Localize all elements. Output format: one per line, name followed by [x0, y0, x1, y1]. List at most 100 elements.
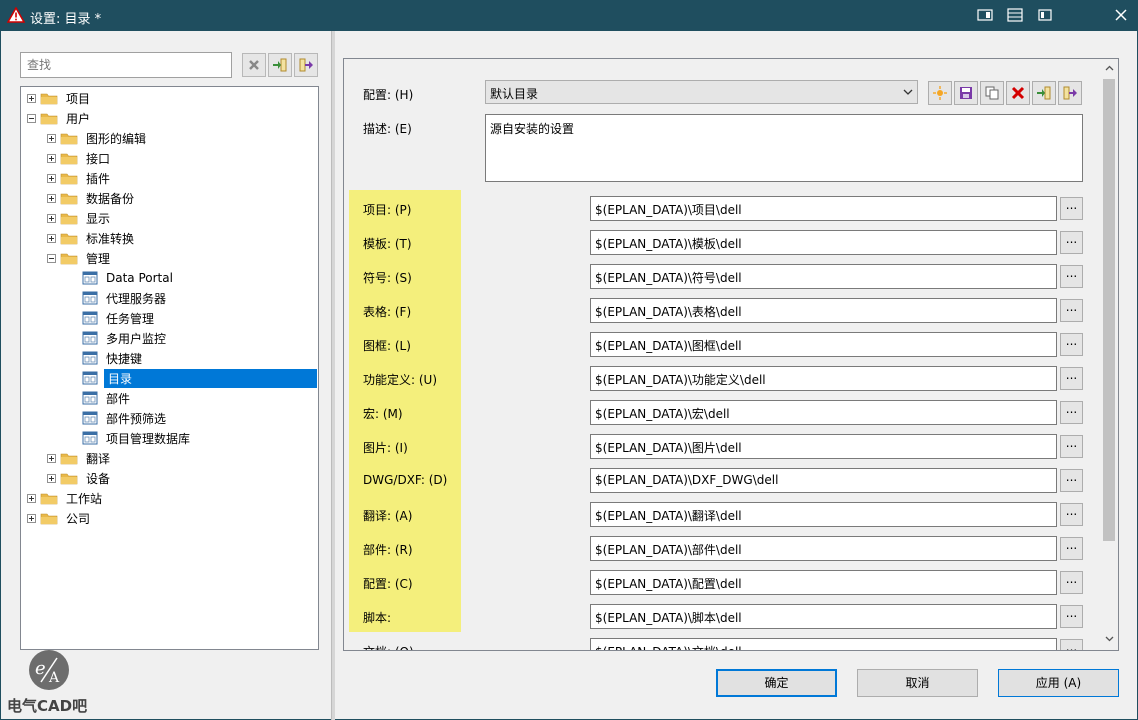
config-select[interactable]: 默认目录: [485, 80, 918, 104]
scrollbar-thumb[interactable]: [1103, 79, 1115, 541]
tree-item[interactable]: 翻译: [47, 448, 112, 468]
expand-icon[interactable]: [27, 93, 36, 103]
search-input[interactable]: [20, 52, 232, 78]
tree-item[interactable]: 目录: [82, 368, 317, 388]
folder-icon: [60, 453, 78, 464]
new-config-button[interactable]: [928, 81, 952, 105]
browse-button[interactable]: ...: [1060, 571, 1083, 594]
browse-button[interactable]: ...: [1060, 503, 1083, 526]
tree-item[interactable]: 部件: [82, 388, 132, 408]
browse-button[interactable]: ...: [1060, 333, 1083, 356]
tree-item[interactable]: 项目管理数据库: [82, 428, 192, 448]
browse-button[interactable]: ...: [1060, 469, 1083, 492]
expand-icon[interactable]: [27, 493, 36, 503]
path-input[interactable]: $(EPLAN_DATA)\配置\dell: [590, 570, 1057, 595]
browse-button[interactable]: ...: [1060, 605, 1083, 628]
import-config-button[interactable]: [1032, 81, 1056, 105]
browse-button[interactable]: ...: [1060, 299, 1083, 322]
path-input[interactable]: $(EPLAN_DATA)\模板\dell: [590, 230, 1057, 255]
tree-item[interactable]: 显示: [47, 208, 112, 228]
save-config-button[interactable]: [954, 81, 978, 105]
settings-page-icon: [82, 331, 98, 345]
path-input[interactable]: $(EPLAN_DATA)\符号\dell: [590, 264, 1057, 289]
scroll-up-icon[interactable]: [1105, 64, 1114, 73]
path-input[interactable]: $(EPLAN_DATA)\图框\dell: [590, 332, 1057, 357]
expand-icon[interactable]: [27, 513, 36, 523]
browse-button[interactable]: ...: [1060, 537, 1083, 560]
browse-button[interactable]: ...: [1060, 231, 1083, 254]
tree-item[interactable]: 公司: [27, 508, 92, 528]
expand-icon[interactable]: [47, 193, 56, 203]
tree-item-label: 目录: [104, 368, 317, 388]
path-input[interactable]: $(EPLAN_DATA)\宏\dell: [590, 400, 1057, 425]
path-input[interactable]: $(EPLAN_DATA)\项目\dell: [590, 196, 1057, 221]
expand-icon[interactable]: [47, 213, 56, 223]
path-input[interactable]: $(EPLAN_DATA)\脚本\dell: [590, 604, 1057, 629]
copy-config-button[interactable]: [980, 81, 1004, 105]
tree-item[interactable]: 标准转换: [47, 228, 136, 248]
path-input[interactable]: $(EPLAN_DATA)\DXF_DWG\dell: [590, 468, 1057, 493]
browse-button[interactable]: ...: [1060, 435, 1083, 458]
settings-page-icon: [82, 311, 98, 325]
tree-item[interactable]: Data Portal: [82, 268, 175, 288]
folder-icon: [40, 493, 58, 504]
export-icon: [1063, 86, 1077, 100]
apply-button[interactable]: 应用 (A): [998, 669, 1119, 697]
settings-tree[interactable]: 项目 用户 图形的编辑 接口 插件 数据备份 显示 标准转换管理 Data Portal 代理服务…: [20, 86, 319, 650]
export-button[interactable]: [294, 53, 318, 77]
window-layout-icon[interactable]: [1006, 6, 1024, 24]
tree-item[interactable]: 任务管理: [82, 308, 156, 328]
delete-config-button[interactable]: [1006, 81, 1030, 105]
tree-item[interactable]: 多用户监控: [82, 328, 168, 348]
clear-icon: [249, 60, 259, 70]
expand-icon[interactable]: [47, 473, 56, 483]
browse-button[interactable]: ...: [1060, 265, 1083, 288]
path-input[interactable]: $(EPLAN_DATA)\图片\dell: [590, 434, 1057, 459]
expand-icon[interactable]: [47, 133, 56, 143]
tree-item[interactable]: 工作站: [27, 488, 104, 508]
window-dock-icon[interactable]: [976, 6, 994, 24]
window-restore-icon[interactable]: [1036, 6, 1054, 24]
path-input[interactable]: $(EPLAN_DATA)\翻译\dell: [590, 502, 1057, 527]
window-title: 设置: 目录 *: [30, 12, 102, 27]
clear-search-button[interactable]: [242, 53, 266, 77]
tree-item[interactable]: 图形的编辑: [47, 128, 148, 148]
export-config-button[interactable]: [1058, 81, 1082, 105]
collapse-icon[interactable]: [27, 113, 36, 123]
panel-splitter[interactable]: [331, 31, 335, 720]
expand-icon[interactable]: [47, 233, 56, 243]
close-icon[interactable]: [1112, 6, 1130, 24]
tree-item[interactable]: 项目: [27, 88, 92, 108]
collapse-icon[interactable]: [47, 253, 56, 263]
tree-item[interactable]: 数据备份: [47, 188, 136, 208]
browse-button[interactable]: ...: [1060, 401, 1083, 424]
expand-icon[interactable]: [47, 453, 56, 463]
vertical-scrollbar[interactable]: [1101, 59, 1118, 650]
browse-button[interactable]: ...: [1060, 197, 1083, 220]
path-label: 图片: (I): [363, 441, 408, 455]
tree-item-label: 管理: [86, 251, 111, 266]
browse-button[interactable]: ...: [1060, 639, 1083, 650]
tree-item[interactable]: 管理: [47, 248, 112, 268]
path-input[interactable]: $(EPLAN_DATA)\文档\dell: [590, 638, 1057, 650]
tree-item[interactable]: 快捷键: [82, 348, 144, 368]
tree-item[interactable]: 接口: [47, 148, 112, 168]
expand-icon[interactable]: [47, 173, 56, 183]
ok-button[interactable]: 确定: [716, 669, 837, 697]
description-label: 描述: (E): [363, 122, 412, 136]
cancel-button[interactable]: 取消: [857, 669, 978, 697]
tree-item[interactable]: 设备: [47, 468, 112, 488]
scroll-down-icon[interactable]: [1105, 634, 1114, 643]
tree-item[interactable]: 用户: [27, 108, 92, 128]
tree-item[interactable]: 部件预筛选: [82, 408, 168, 428]
tree-item[interactable]: 代理服务器: [82, 288, 168, 308]
path-input[interactable]: $(EPLAN_DATA)\表格\dell: [590, 298, 1057, 323]
dialog-body: 项目用户图形的编辑接口插件数据备份显示标准转换管理 Data Portal 代理服务…: [0, 31, 1138, 720]
browse-button[interactable]: ...: [1060, 367, 1083, 390]
path-input[interactable]: $(EPLAN_DATA)\部件\dell: [590, 536, 1057, 561]
tree-item[interactable]: 插件: [47, 168, 112, 188]
path-input[interactable]: $(EPLAN_DATA)\功能定义\dell: [590, 366, 1057, 391]
description-textarea[interactable]: 源自安装的设置: [485, 114, 1083, 182]
import-button[interactable]: [268, 53, 292, 77]
expand-icon[interactable]: [47, 153, 56, 163]
